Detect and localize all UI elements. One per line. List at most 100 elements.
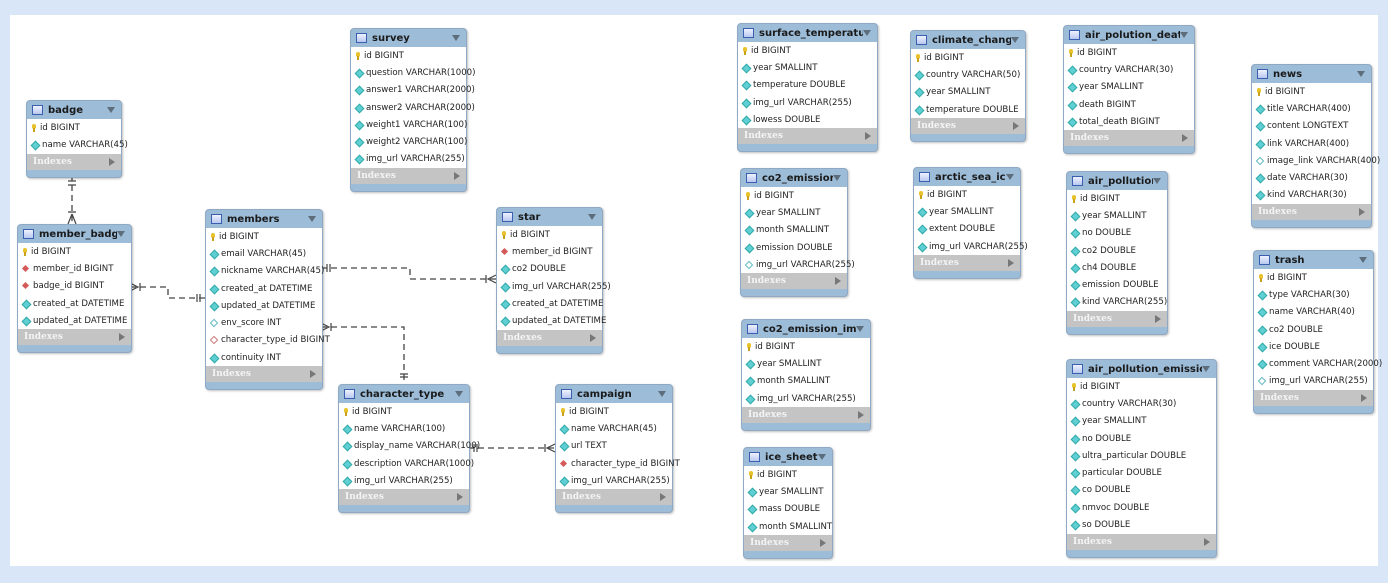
expand-arrow-icon[interactable]	[1008, 259, 1014, 268]
indexes-section[interactable]: Indexes	[1252, 204, 1371, 221]
table-header[interactable]: climate_change	[911, 31, 1025, 49]
expand-arrow-icon[interactable]	[865, 132, 871, 141]
column-row[interactable]: id BIGINT	[911, 49, 1025, 66]
column-row[interactable]: created_at DATETIME	[497, 295, 603, 312]
column-row[interactable]: id BIGINT	[741, 187, 847, 204]
column-row[interactable]: question VARCHAR(1000)	[351, 64, 476, 81]
column-row[interactable]: month SMALLINT	[744, 518, 832, 535]
column-row[interactable]: particular DOUBLE	[1067, 464, 1216, 481]
column-row[interactable]: year SMALLINT	[911, 84, 1025, 101]
table-trash[interactable]: trash id BIGINT type VARCHAR(30) name VA…	[1253, 250, 1382, 415]
column-row[interactable]: id BIGINT	[1252, 83, 1371, 100]
column-row[interactable]: nickname VARCHAR(45)	[206, 263, 324, 280]
table-member-badge[interactable]: member_badge id BIGINT member_id BIGINT …	[17, 224, 132, 354]
indexes-section[interactable]: Indexes	[556, 489, 672, 506]
indexes-section[interactable]: Indexes	[742, 407, 870, 424]
column-row[interactable]: no DOUBLE	[1067, 430, 1216, 447]
column-row[interactable]: country VARCHAR(30)	[1064, 61, 1194, 78]
column-row[interactable]: emission DOUBLE	[741, 239, 847, 256]
indexes-section[interactable]: Indexes	[497, 329, 602, 346]
expand-arrow-icon[interactable]	[1155, 315, 1161, 324]
column-row[interactable]: created_at DATETIME	[18, 295, 131, 312]
collapse-triangle-icon[interactable]	[833, 175, 841, 181]
column-row[interactable]: year SMALLINT	[738, 59, 877, 76]
table-air-pollution-emission[interactable]: air_pollution_emission id BIGINT country…	[1066, 359, 1217, 558]
column-row[interactable]: year SMALLINT	[1067, 207, 1167, 224]
column-row[interactable]: type VARCHAR(30)	[1254, 286, 1373, 303]
table-header[interactable]: character_type	[339, 385, 469, 403]
column-row[interactable]: character_type_id BIGINT	[206, 332, 330, 349]
column-row[interactable]: extent DOUBLE	[914, 221, 1020, 238]
table-header[interactable]: air_pollution	[1067, 172, 1167, 190]
column-row[interactable]: id BIGINT	[1067, 378, 1216, 395]
indexes-section[interactable]: Indexes	[18, 329, 131, 346]
table-air-pollution[interactable]: air_pollution id BIGINT year SMALLINT no…	[1066, 171, 1168, 336]
column-row[interactable]: month SMALLINT	[741, 222, 847, 239]
indexes-section[interactable]: Indexes	[1067, 311, 1167, 328]
table-campaign[interactable]: campaign id BIGINT name VARCHAR(45) url …	[555, 384, 680, 514]
table-arctic-sea-ice[interactable]: arctic_sea_ice id BIGINT year SMALLINT e…	[913, 167, 1028, 280]
indexes-section[interactable]: Indexes	[741, 273, 847, 290]
collapse-triangle-icon[interactable]	[818, 454, 826, 460]
column-row[interactable]: member_id BIGINT	[497, 243, 602, 260]
column-row[interactable]: img_url VARCHAR(255)	[914, 238, 1028, 255]
column-row[interactable]: img_url VARCHAR(255)	[742, 390, 870, 407]
collapse-triangle-icon[interactable]	[1011, 37, 1019, 43]
column-row[interactable]: id BIGINT	[738, 42, 877, 59]
expand-arrow-icon[interactable]	[310, 370, 316, 379]
column-row[interactable]: month SMALLINT	[742, 373, 870, 390]
column-row[interactable]: id BIGINT	[1254, 269, 1373, 286]
expand-arrow-icon[interactable]	[820, 539, 826, 548]
table-members[interactable]: members id BIGINT email VARCHAR(45) nick…	[205, 209, 330, 391]
table-air-polution-death[interactable]: air_polution_death id BIGINT country VAR…	[1063, 25, 1195, 155]
expand-arrow-icon[interactable]	[1013, 122, 1019, 131]
column-row[interactable]: year SMALLINT	[741, 204, 847, 221]
column-row[interactable]: no DOUBLE	[1067, 225, 1167, 242]
column-row[interactable]: id BIGINT	[339, 403, 469, 420]
column-row[interactable]: env_score INT	[206, 314, 322, 331]
table-header[interactable]: trash	[1254, 251, 1373, 269]
column-row[interactable]: ch4 DOUBLE	[1067, 259, 1167, 276]
column-row[interactable]: member_id BIGINT	[18, 260, 131, 277]
table-character-type[interactable]: character_type id BIGINT name VARCHAR(10…	[338, 384, 480, 514]
column-row[interactable]: death BIGINT	[1064, 96, 1194, 113]
indexes-section[interactable]: Indexes	[1254, 390, 1373, 407]
expand-arrow-icon[interactable]	[590, 333, 596, 342]
table-header[interactable]: surface_temperature	[738, 24, 877, 42]
column-row[interactable]: id BIGINT	[744, 466, 832, 483]
column-row[interactable]: answer2 VARCHAR(2000)	[351, 99, 475, 116]
column-row[interactable]: description VARCHAR(1000)	[339, 455, 474, 472]
column-row[interactable]: created_at DATETIME	[206, 280, 322, 297]
collapse-triangle-icon[interactable]	[1202, 366, 1210, 372]
column-row[interactable]: id BIGINT	[1067, 190, 1167, 207]
expand-arrow-icon[interactable]	[454, 172, 460, 181]
column-row[interactable]: updated_at DATETIME	[18, 312, 131, 329]
column-row[interactable]: total_death BIGINT	[1064, 113, 1194, 130]
column-row[interactable]: kind VARCHAR(30)	[1252, 187, 1371, 204]
column-row[interactable]: comment VARCHAR(2000)	[1254, 355, 1382, 372]
column-row[interactable]: img_url VARCHAR(255)	[741, 256, 855, 273]
table-header[interactable]: arctic_sea_ice	[914, 168, 1020, 186]
expand-arrow-icon[interactable]	[457, 493, 463, 502]
indexes-section[interactable]: Indexes	[351, 168, 466, 185]
column-row[interactable]: country VARCHAR(50)	[911, 66, 1025, 83]
expand-arrow-icon[interactable]	[119, 333, 125, 342]
column-row[interactable]: url TEXT	[556, 438, 672, 455]
column-row[interactable]: year SMALLINT	[1067, 413, 1216, 430]
column-row[interactable]: weight1 VARCHAR(100)	[351, 116, 467, 133]
table-climate-change[interactable]: climate_change id BIGINT country VARCHAR…	[910, 30, 1026, 143]
column-row[interactable]: year SMALLINT	[1064, 79, 1194, 96]
column-row[interactable]: link VARCHAR(400)	[1252, 135, 1371, 152]
column-row[interactable]: content LONGTEXT	[1252, 118, 1371, 135]
indexes-section[interactable]: Indexes	[206, 366, 322, 383]
expand-arrow-icon[interactable]	[1204, 537, 1210, 546]
expand-arrow-icon[interactable]	[660, 493, 666, 502]
column-row[interactable]: name VARCHAR(45)	[556, 420, 672, 437]
expand-arrow-icon[interactable]	[109, 157, 115, 166]
column-row[interactable]: year SMALLINT	[914, 203, 1020, 220]
indexes-section[interactable]: Indexes	[1067, 533, 1216, 550]
column-row[interactable]: id BIGINT	[18, 243, 131, 260]
column-row[interactable]: email VARCHAR(45)	[206, 245, 322, 262]
column-row[interactable]: title VARCHAR(400)	[1252, 100, 1371, 117]
table-header[interactable]: member_badge	[18, 225, 131, 243]
